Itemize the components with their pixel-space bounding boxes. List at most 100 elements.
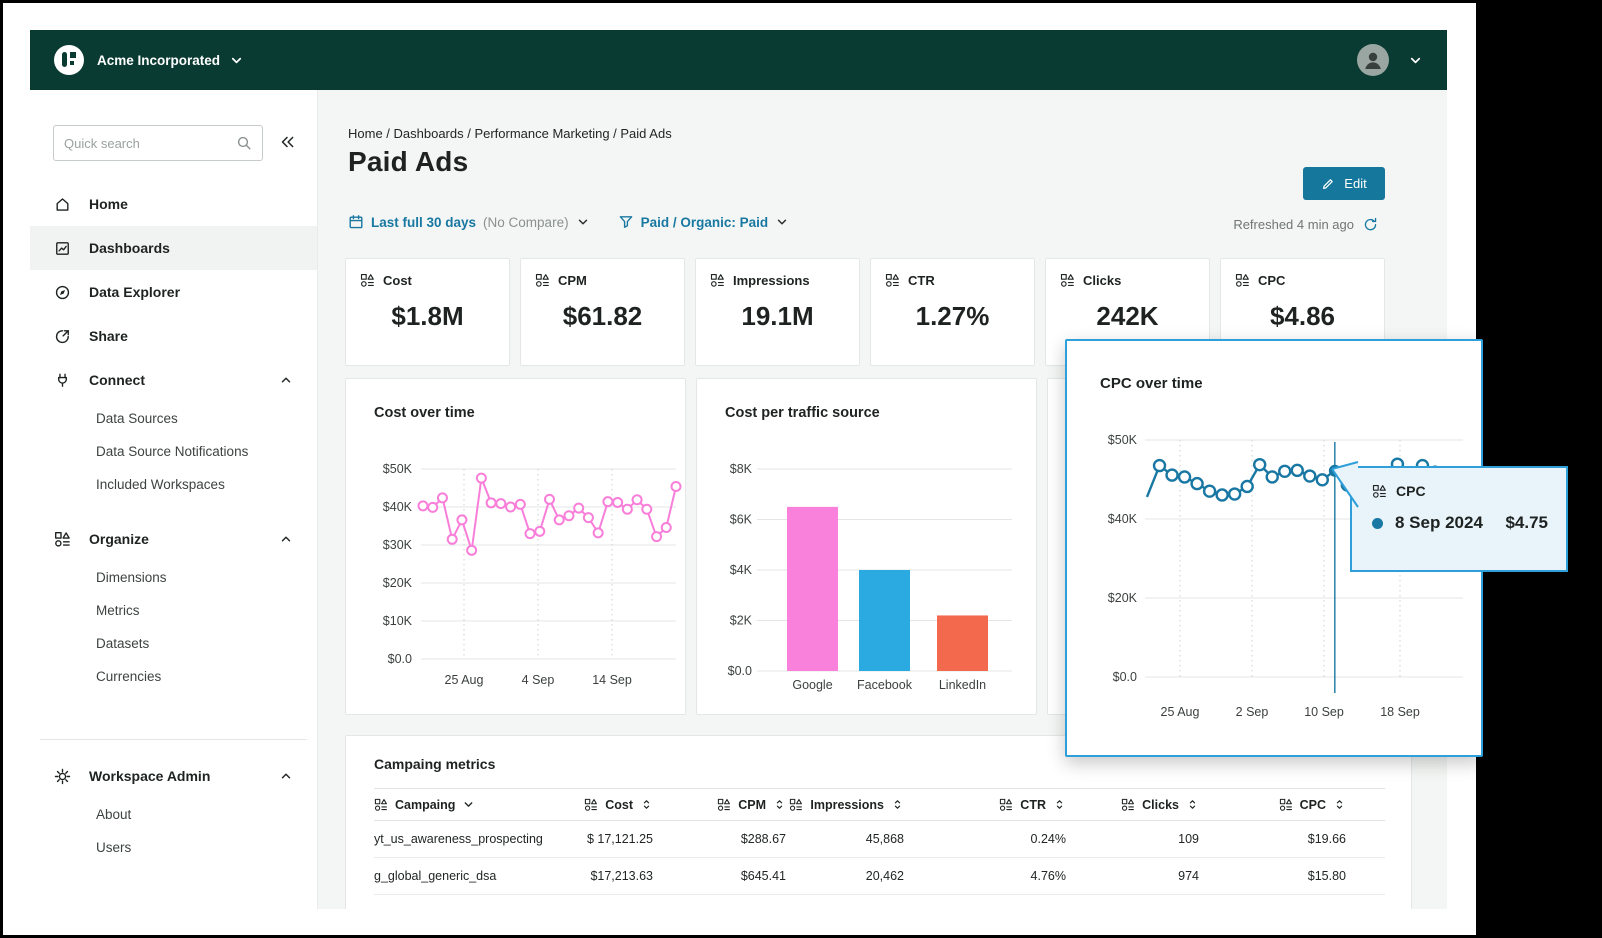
metric-icon: [54, 531, 71, 548]
spacer: [30, 864, 317, 880]
org-switcher-label[interactable]: Acme Incorporated: [97, 53, 220, 68]
metric-icon: [717, 798, 731, 812]
segment-filter[interactable]: Paid / Organic: Paid: [618, 214, 790, 230]
edit-button[interactable]: Edit: [1303, 167, 1385, 200]
svg-text:10 Sep: 10 Sep: [1304, 705, 1344, 719]
sidebar-item-connect[interactable]: Connect: [30, 358, 317, 402]
kpi-card-impressions: Impressions 19.1M: [695, 258, 860, 366]
search-icon: [236, 135, 252, 151]
metric-icon: [360, 273, 375, 288]
cost-per-source-chart[interactable]: $8K$6K$4K$2K$0.0GoogleFacebookLinkedIn: [697, 379, 1038, 716]
sort-icon: [640, 798, 653, 811]
refreshed-text: Refreshed 4 min ago: [1233, 217, 1354, 232]
kpi-card-cpm: CPM $61.82: [520, 258, 685, 366]
sidebar-item-label: Dashboards: [89, 240, 170, 256]
svg-text:$6K: $6K: [730, 513, 753, 527]
sort-icon: [1053, 798, 1066, 811]
svg-text:14 Sep: 14 Sep: [592, 673, 632, 687]
sidebar-subitem-about[interactable]: About: [30, 798, 317, 831]
sort-icon: [891, 798, 904, 811]
svg-text:$30K: $30K: [383, 538, 413, 552]
org-switcher[interactable]: [229, 53, 244, 68]
column-header-cpc[interactable]: CPC: [1199, 789, 1385, 821]
sidebar-subitem-data-source-notifications[interactable]: Data Source Notifications: [30, 435, 317, 468]
date-range-filter[interactable]: Last full 30 days (No Compare): [348, 214, 590, 230]
chevron-down-icon: [775, 215, 789, 229]
table-cell: 109: [1066, 821, 1199, 858]
metric-icon: [1235, 273, 1250, 288]
sidebar-collapse-button[interactable]: [278, 133, 296, 156]
table-row: yt_us_awareness_prospecting$ 17,121.25$2…: [374, 821, 1385, 858]
collapse-sidebar-icon: [278, 133, 296, 151]
refresh-icon[interactable]: [1363, 217, 1378, 232]
chevron-up-icon: [279, 769, 293, 783]
sidebar-item-data-explorer[interactable]: Data Explorer: [30, 270, 317, 314]
user-menu-button[interactable]: [1408, 53, 1423, 68]
metric-icon: [999, 798, 1013, 812]
metric-icon: [1372, 484, 1387, 499]
svg-text:25 Aug: 25 Aug: [445, 673, 484, 687]
chart-title: Cost over time: [374, 405, 475, 421]
sidebar-subitem-datasets[interactable]: Datasets: [30, 627, 317, 660]
column-header-campaing[interactable]: Campaing: [374, 789, 554, 821]
kpi-value: $1.8M: [346, 301, 509, 332]
avatar[interactable]: [1357, 44, 1389, 76]
kpi-label: Impressions: [710, 273, 859, 288]
sidebar-item-dashboards[interactable]: Dashboards: [30, 226, 317, 270]
column-header-cost[interactable]: Cost: [554, 789, 653, 821]
chevron-up-icon: [279, 373, 293, 387]
kpi-label: CTR: [885, 273, 1034, 288]
sidebar-divider: [40, 739, 307, 740]
cost-over-time-card: $50K$40K$30K$20K$10K$0.025 Aug4 Sep14 Se…: [345, 378, 686, 715]
chevron-up-icon[interactable]: [279, 373, 293, 387]
sidebar-subitem-metrics[interactable]: Metrics: [30, 594, 317, 627]
series-dot-icon: [1372, 518, 1383, 529]
sidebar-subitem-data-sources[interactable]: Data Sources: [30, 402, 317, 435]
sidebar-item-share[interactable]: Share: [30, 314, 317, 358]
refresh-icon: [1363, 217, 1378, 232]
home-icon: [54, 196, 71, 213]
column-header-ctr[interactable]: CTR: [904, 789, 1066, 821]
table-cell: 4.76%: [904, 858, 1066, 895]
sidebar-subitem-included-workspaces[interactable]: Included Workspaces: [30, 468, 317, 501]
column-header-impressions[interactable]: Impressions: [786, 789, 904, 821]
svg-text:25 Aug: 25 Aug: [1161, 705, 1200, 719]
search-input[interactable]: [64, 136, 236, 151]
sidebar-item-workspace-admin[interactable]: Workspace Admin: [30, 754, 317, 798]
metric-icon: [710, 273, 725, 288]
quick-search: [53, 125, 263, 161]
table-cell: $19.66: [1199, 821, 1385, 858]
chart-tooltip: CPC 8 Sep 2024 $4.75: [1350, 466, 1568, 572]
table-cell: 20,462: [786, 858, 904, 895]
svg-text:Facebook: Facebook: [857, 678, 913, 692]
chevron-up-icon[interactable]: [279, 769, 293, 783]
filter-icon: [618, 214, 634, 230]
column-header-cpm[interactable]: CPM: [653, 789, 786, 821]
metric-icon: [1372, 484, 1387, 499]
tooltip-notch: [1330, 461, 1360, 509]
svg-text:18 Sep: 18 Sep: [1380, 705, 1420, 719]
kpi-label: Clicks: [1060, 273, 1209, 288]
sidebar-subitem-dimensions[interactable]: Dimensions: [30, 561, 317, 594]
cost-over-time-chart[interactable]: $50K$40K$30K$20K$10K$0.025 Aug4 Sep14 Se…: [346, 379, 687, 716]
sidebar-item-home[interactable]: Home: [30, 182, 317, 226]
chevron-down-icon: [1408, 53, 1423, 68]
table-cell: $ 17,121.25: [554, 821, 653, 858]
chevron-up-icon[interactable]: [279, 532, 293, 546]
sort-icon: [1186, 798, 1199, 811]
filter-icon: [618, 214, 634, 230]
sidebar-subitem-users[interactable]: Users: [30, 831, 317, 864]
chart-title: CPC over time: [1100, 375, 1203, 392]
sidebar-item-label: Home: [89, 196, 128, 212]
svg-text:$0.0: $0.0: [1113, 670, 1137, 684]
sidebar-subitem-currencies[interactable]: Currencies: [30, 660, 317, 693]
svg-text:Google: Google: [792, 678, 832, 692]
sidebar-item-label: Connect: [89, 372, 145, 388]
breadcrumb[interactable]: Home / Dashboards / Performance Marketin…: [348, 126, 672, 141]
column-header-clicks[interactable]: Clicks: [1066, 789, 1199, 821]
metric-icon: [584, 798, 598, 812]
funnel-logo-icon: [54, 45, 84, 75]
sidebar-item-organize[interactable]: Organize: [30, 517, 317, 561]
campaign-metrics-card: Campaing metrics CampaingCostCPMImpressi…: [345, 735, 1412, 909]
filter-bar: Last full 30 days (No Compare) Paid / Or…: [348, 214, 789, 230]
